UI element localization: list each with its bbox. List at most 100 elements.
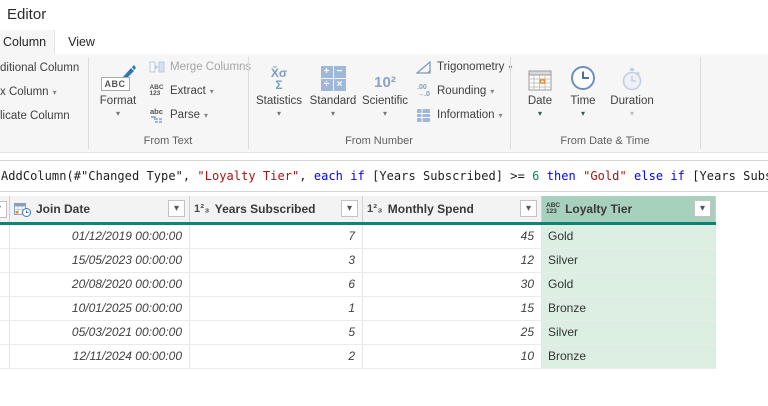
chevron-down-icon: [606, 109, 658, 118]
formula-token: [576, 169, 583, 183]
rounding-button[interactable]: .00 →.0 Rounding: [414, 81, 494, 101]
datetime-type-icon: [14, 202, 31, 217]
conditional-column-button[interactable]: ditional Column: [0, 58, 79, 78]
cell-monthly-spend[interactable]: 12: [363, 249, 542, 272]
row-stub-cell: [0, 345, 10, 368]
table-row: 01/12/2019 00:00:00 7 45 Gold: [0, 225, 716, 249]
power-query-editor-window: Editor Column View ditional Column x Col…: [0, 0, 768, 406]
onetwothree-glyph: 123: [149, 90, 161, 97]
information-button[interactable]: Information: [414, 105, 503, 125]
row-stub-cell: [0, 225, 10, 248]
formula-token: "Loyalty Tier": [197, 169, 300, 183]
stopwatch-icon: [606, 57, 658, 91]
tab-column[interactable]: Column: [0, 30, 56, 54]
filter-button[interactable]: [168, 200, 185, 217]
formula-bar[interactable]: AddColumn(#"Changed Type", "Loyalty Tier…: [0, 160, 768, 192]
statistics-label: Statistics: [255, 95, 302, 107]
index-column-button[interactable]: x Column: [0, 82, 57, 102]
abc-box-icon: ABC: [100, 77, 130, 91]
cell-loyalty-tier[interactable]: Bronze: [542, 297, 716, 320]
formula-text: AddColumn(#"Changed Type", "Loyalty Tier…: [1, 161, 768, 191]
cell-loyalty-tier[interactable]: Bronze: [542, 345, 716, 368]
row-stub-cell: [0, 297, 10, 320]
cell-join-date[interactable]: 05/03/2021 00:00:00: [10, 321, 190, 344]
table-row: 10/01/2025 00:00:00 1 15 Bronze: [0, 297, 716, 321]
filter-button[interactable]: [0, 200, 7, 218]
header-cell-join-date[interactable]: Join Date: [10, 196, 190, 222]
cell-join-date[interactable]: 10/01/2025 00:00:00: [10, 297, 190, 320]
cell-years-subscribed[interactable]: 6: [190, 273, 363, 296]
header-cell-cut[interactable]: [0, 196, 10, 222]
from-date-time-group-label: From Date & Time: [560, 135, 650, 147]
cell-join-date[interactable]: 15/05/2023 00:00:00: [10, 249, 190, 272]
cell-join-date[interactable]: 20/08/2020 00:00:00: [10, 273, 190, 296]
table-body: 01/12/2019 00:00:00 7 45 Gold 15/05/2023 00:…: [0, 225, 716, 369]
cell-years-subscribed[interactable]: 5: [190, 321, 363, 344]
cell-loyalty-tier[interactable]: Silver: [542, 321, 716, 344]
cell-years-subscribed[interactable]: 1: [190, 297, 363, 320]
filter-button[interactable]: [694, 200, 711, 217]
trigonometry-button[interactable]: Trigonometry: [414, 57, 512, 77]
merge-columns-icon: [147, 60, 166, 74]
cell-loyalty-tier[interactable]: Gold: [542, 225, 716, 248]
standard-symbol-glyph: −: [333, 66, 346, 78]
trigonometry-icon: [414, 60, 433, 74]
window-title: Editor: [7, 6, 47, 23]
from-text-group-label: From Text: [143, 135, 193, 147]
clock-icon: [563, 57, 603, 91]
cell-monthly-spend[interactable]: 15: [363, 297, 542, 320]
cell-join-date[interactable]: 12/11/2024 00:00:00: [10, 345, 190, 368]
ribbon-tab-row: Column View: [0, 30, 768, 55]
cell-join-date[interactable]: 01/12/2019 00:00:00: [10, 225, 190, 248]
duplicate-column-button[interactable]: licate Column: [0, 106, 70, 126]
cell-monthly-spend[interactable]: 45: [363, 225, 542, 248]
information-label: Information: [437, 109, 495, 121]
chevron-down-icon: [563, 109, 603, 118]
formula-token: if: [350, 169, 365, 183]
any-type-icon: ABC 123: [546, 202, 560, 216]
cell-monthly-spend[interactable]: 10: [363, 345, 542, 368]
statistics-icon: X̄σ Σ: [252, 57, 306, 91]
from-number-group-label: From Number: [345, 135, 413, 147]
trigonometry-label: Trigonometry: [437, 61, 505, 73]
cell-years-subscribed[interactable]: 2: [190, 345, 363, 368]
tab-view[interactable]: View: [55, 30, 108, 54]
header-cell-monthly-spend[interactable]: 1²₃ Monthly Spend: [363, 196, 542, 222]
rounding-label: Rounding: [437, 85, 487, 97]
header-cell-years-subscribed[interactable]: 1²₃ Years Subscribed: [190, 196, 363, 222]
cell-monthly-spend[interactable]: 25: [363, 321, 542, 344]
parse-button[interactable]: abc Parse: [147, 105, 208, 125]
formula-token: [539, 169, 546, 183]
chevron-down-icon: [93, 109, 143, 118]
rounding-bottom-glyph: →.0: [417, 91, 430, 98]
standard-symbol-glyph: ×: [333, 79, 346, 91]
sigma-glyph: Σ: [275, 78, 283, 92]
column-name: Years Subscribed: [214, 202, 316, 216]
formula-token: [Years Subscribed] >=: [364, 169, 533, 183]
header-cell-loyalty-tier[interactable]: ABC 123 Loyalty Tier: [542, 196, 716, 222]
merge-columns-label: Merge Columns: [170, 61, 252, 73]
merge-columns-button[interactable]: Merge Columns: [147, 57, 251, 77]
abc-small-glyph: abc: [150, 106, 163, 116]
cell-loyalty-tier[interactable]: Gold: [542, 273, 716, 296]
table-header-row: Join Date 1²₃ Years Subscribed 1²₃ Month…: [0, 196, 716, 222]
formula-token: [627, 169, 634, 183]
column-name: Monthly Spend: [387, 202, 474, 216]
formula-token: AddColumn(#"Changed Type",: [1, 169, 198, 183]
cell-loyalty-tier[interactable]: Silver: [542, 249, 716, 272]
standard-symbol-glyph: +: [320, 66, 333, 78]
cell-years-subscribed[interactable]: 3: [190, 249, 363, 272]
rounding-top-glyph: .00: [417, 84, 427, 91]
rounding-icon: .00 →.0: [414, 84, 433, 98]
filter-button[interactable]: [341, 200, 358, 217]
scientific-label: Scientific: [361, 95, 409, 107]
chevron-down-icon: [358, 109, 412, 118]
filter-button[interactable]: [520, 200, 537, 217]
chevron-down-icon: [499, 111, 503, 120]
column-name: Join Date: [36, 202, 91, 216]
extract-button[interactable]: ABC 123 Extract: [147, 81, 214, 101]
cell-monthly-spend[interactable]: 30: [363, 273, 542, 296]
column-name: Loyalty Tier: [565, 202, 633, 216]
format-label: Format: [99, 95, 137, 107]
cell-years-subscribed[interactable]: 7: [190, 225, 363, 248]
